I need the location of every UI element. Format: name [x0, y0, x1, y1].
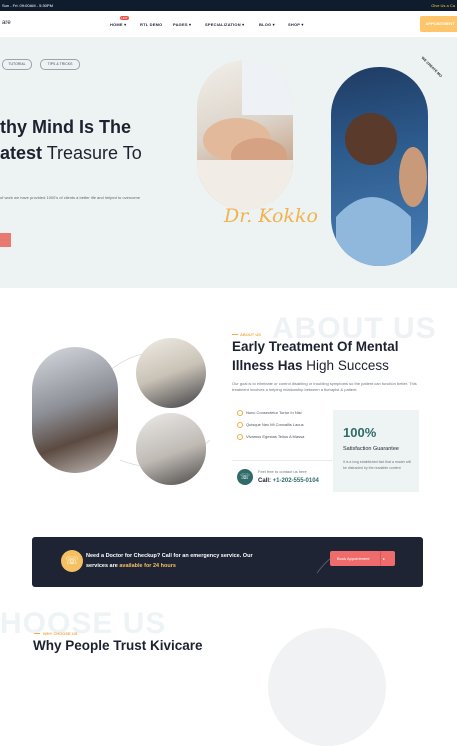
hands-photo — [197, 60, 293, 210]
hot-badge: HOT — [120, 16, 129, 20]
call-prefix: Call: — [258, 478, 272, 484]
appointment-button[interactable]: APPOINTMENT — [420, 16, 457, 32]
therapy-session-photo — [32, 347, 118, 473]
satisfaction-label: Satisfaction Guarantee — [343, 446, 399, 452]
check-item: Nunc Consectetur Tortor In Nisi — [237, 410, 302, 416]
about-title-rest: High Success — [302, 358, 389, 373]
nav-blog[interactable]: BLOG ▾ — [259, 22, 275, 27]
why-watermark: HOOSE US — [0, 607, 167, 640]
nav-pages[interactable]: PAGES ▾ — [173, 22, 191, 27]
child-illustration — [336, 113, 427, 266]
call-us-link[interactable]: Give Us a Ca — [431, 3, 455, 8]
check-item: Quisque Nec Mi Convallis Lacus — [237, 422, 304, 428]
nav-rtl-demo[interactable]: RTL DEMO — [140, 22, 162, 27]
hero-headline-bold: atest — [0, 143, 43, 163]
main-navbar: are HOT HOME ▾ RTL DEMO PAGES ▾ SPECIALI… — [0, 11, 457, 38]
phone-ring-icon: ☏ — [61, 550, 83, 572]
why-tag: WHY CHOOSE US — [43, 631, 78, 636]
banner-line2: services are available for 24 hours — [86, 563, 176, 569]
check-label: Vivamus Egestas Tellus A Massa — [246, 434, 305, 440]
about-title-line1: Early Treatment Of Mental — [232, 339, 399, 354]
working-hours: Sun - Fri: 09:00AM - 5:30PM — [2, 3, 53, 8]
banner-line1: Need a Doctor for Checkup? Call for an e… — [86, 553, 253, 559]
tag-tutorial[interactable]: TUTORIAL — [2, 59, 32, 70]
book-appointment-button[interactable]: Book Appointment ▸ — [330, 551, 395, 566]
check-label: Nunc Consectetur Tortor In Nisi — [246, 410, 302, 416]
nav-home[interactable]: HOME ▾ — [110, 22, 126, 27]
check-item: Vivamus Egestas Tellus A Massa — [237, 434, 304, 440]
why-image-circle — [268, 628, 386, 746]
signature-logo: Dr. Kokko — [224, 205, 318, 227]
banner-line2-prefix: services are — [86, 563, 120, 569]
site-logo[interactable]: are — [2, 20, 11, 26]
about-title-line2: Illness Has High Success — [232, 358, 389, 373]
phone-number[interactable]: +1-202-555-0104 — [271, 478, 319, 484]
book-appointment-label: Book Appointment — [337, 556, 370, 561]
satisfaction-value: 100% — [343, 425, 377, 440]
nav-specialization[interactable]: SPECIALIZATION ▾ — [205, 22, 244, 27]
about-paragraph: Our goal is to eliminate or control disa… — [232, 381, 417, 392]
why-title: Why People Trust Kivicare — [33, 638, 203, 653]
hero-headline-line1: thy Mind Is The — [0, 117, 132, 137]
contact-phone[interactable]: Call: +1-202-555-0104 — [258, 478, 319, 484]
hero-cta-button[interactable] — [0, 233, 11, 247]
hero-headline-line2: atest Treasure To — [0, 143, 142, 164]
divider — [232, 460, 332, 461]
hero-subtitle: of work we have provided 1000's of clien… — [0, 195, 140, 200]
check-label: Quisque Nec Mi Convallis Lacus — [246, 422, 304, 428]
child-photo — [331, 67, 428, 266]
contact-label: Feel free to contact us here — [258, 469, 307, 474]
consultation-photo — [136, 413, 206, 485]
satisfaction-text: It is a long established fact that a rea… — [343, 460, 411, 470]
button-divider — [380, 551, 381, 566]
about-tag-divider — [232, 334, 238, 335]
arrow-right-icon: ▸ — [383, 556, 386, 561]
about-tag: ABOUT US — [240, 332, 261, 337]
hands-illustration — [197, 60, 293, 210]
hero-headline-rest: Treasure To — [42, 143, 142, 163]
banner-highlight: available for 24 hours — [119, 563, 176, 569]
counseling-photo — [136, 338, 206, 408]
why-tag-divider — [34, 633, 40, 634]
top-info-bar: Sun - Fri: 09:00AM - 5:30PM Give Us a Ca — [0, 0, 457, 11]
nav-shop[interactable]: SHOP ▾ — [288, 22, 304, 27]
tag-tips-tricks[interactable]: TIPS & TRICKS — [40, 59, 80, 70]
about-title-bold: Illness Has — [232, 358, 303, 373]
